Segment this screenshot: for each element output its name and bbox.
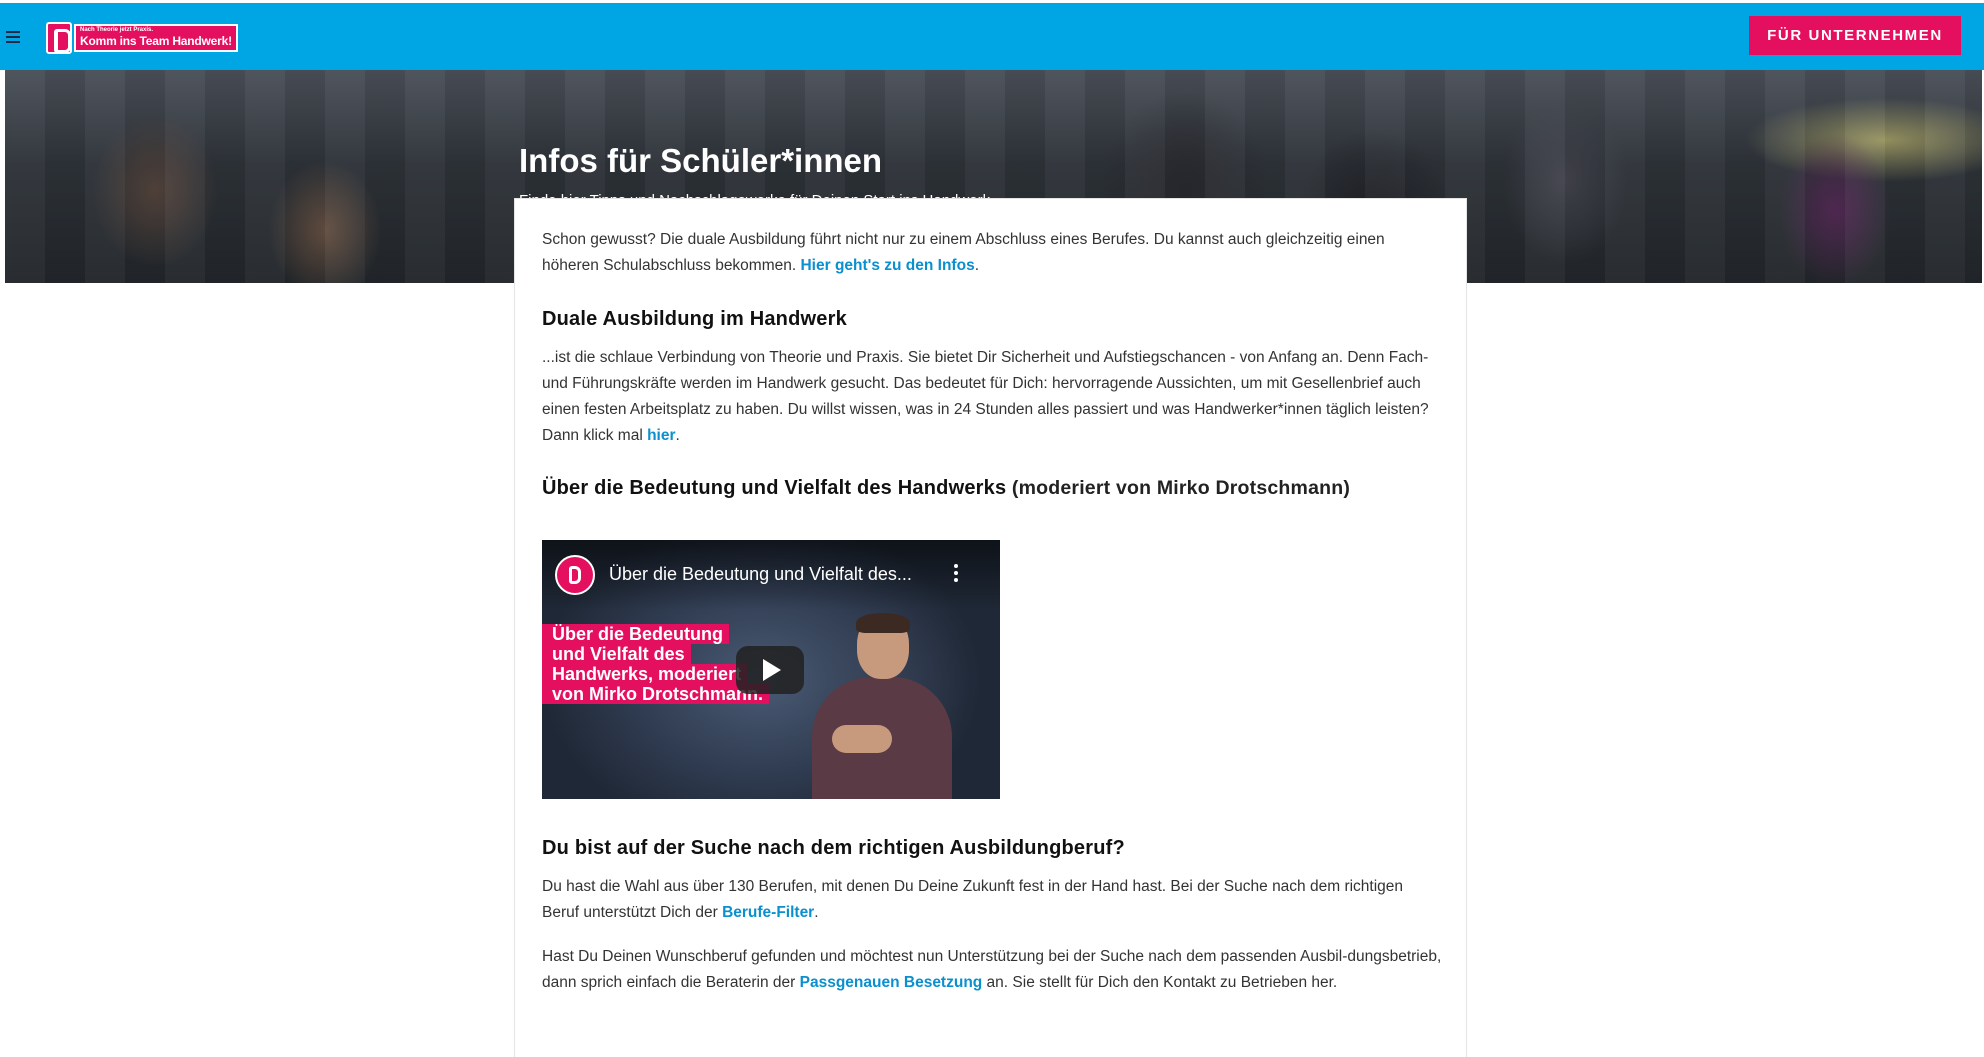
section-heading-ausbildungsberuf: Du bist auf der Suche nach dem richtigen… [542, 837, 1125, 859]
more-vert-icon[interactable] [954, 564, 958, 582]
menu-icon[interactable] [6, 31, 20, 43]
caption-line: Über die Bedeutung [542, 624, 730, 644]
video-player[interactable]: Über die Bedeutung und Vielfalt des... Ü… [542, 540, 1000, 799]
fuer-unternehmen-button[interactable]: FÜR UNTERNEHMEN [1749, 16, 1961, 55]
video-title[interactable]: Über die Bedeutung und Vielfalt des... [609, 564, 912, 585]
caption-line: von Mirko Drotschmann. [542, 684, 770, 704]
channel-avatar-icon[interactable] [555, 555, 595, 595]
page-title: Infos für Schüler*innen [519, 142, 883, 179]
caption-line: und Vielfalt des [542, 644, 691, 664]
ausbildungsberuf-text: Du hast die Wahl aus über 130 Berufen, m… [542, 878, 1404, 921]
duale-ausbildung-after: . [675, 427, 680, 444]
play-icon[interactable] [736, 646, 804, 694]
bedeutung-moderator: (moderiert von Mirko Drotschmann) [1006, 477, 1351, 499]
thumbs-up-logo-icon [46, 22, 72, 54]
duale-ausbildung-paragraph: ...ist die schlaue Verbindung von Theori… [542, 345, 1442, 449]
section-heading-bedeutung: Über die Bedeutung und Vielfalt des Hand… [542, 477, 1438, 500]
content-card: Schon gewusst? Die duale Ausbildung führ… [514, 198, 1467, 1057]
top-navigation-bar: Nach Theorie jetzt Praxis. Komm ins Team… [0, 0, 1984, 70]
intro-info-link[interactable]: Hier geht's zu den Infos [800, 257, 974, 274]
bedeutung-title: Über die Bedeutung und Vielfalt des Hand… [542, 477, 1007, 499]
logo-title: Komm ins Team Handwerk! [80, 34, 232, 48]
ausbildungsberuf-paragraph: Du hast die Wahl aus über 130 Berufen, m… [542, 874, 1442, 926]
hier-link[interactable]: hier [647, 427, 675, 444]
video-thumbnail-caption: Über die Bedeutung und Vielfalt des Hand… [542, 624, 770, 704]
site-logo[interactable]: Nach Theorie jetzt Praxis. Komm ins Team… [46, 21, 238, 55]
passgenaue-besetzung-paragraph: Hast Du Deinen Wunschberuf gefunden und … [542, 944, 1442, 996]
intro-paragraph: Schon gewusst? Die duale Ausbildung führ… [542, 227, 1442, 279]
presenter-image [812, 613, 952, 799]
berufe-filter-link[interactable]: Berufe-Filter [722, 904, 814, 921]
section-heading-duale-ausbildung: Duale Ausbildung im Handwerk [542, 308, 847, 330]
caption-line: Handwerks, moderiert [542, 664, 748, 684]
logo-tagline: Nach Theorie jetzt Praxis. [80, 27, 154, 33]
passgenaue-after: an. Sie stellt für Dich den Kontakt zu B… [982, 974, 1338, 991]
logo-wordmark: Nach Theorie jetzt Praxis. Komm ins Team… [74, 24, 238, 52]
intro-after: . [974, 257, 979, 274]
passgenaue-besetzung-link[interactable]: Passgenauen Besetzung [800, 974, 983, 991]
ausbildungsberuf-after: . [814, 904, 819, 921]
